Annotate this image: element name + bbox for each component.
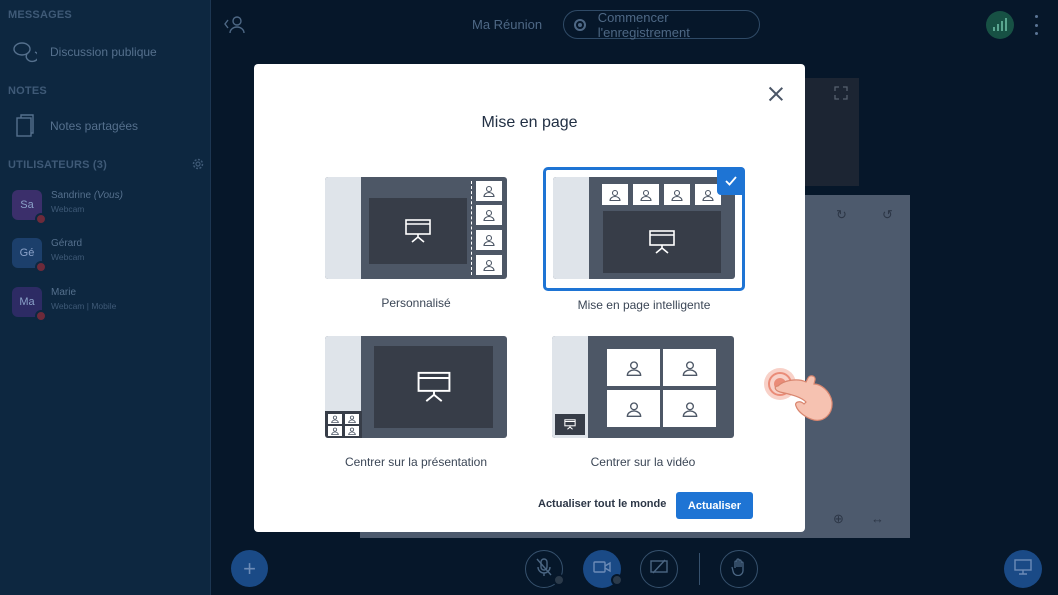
layout-preview [325,177,507,279]
layout-option-focus-video[interactable]: Centrer sur la vidéo [552,336,734,469]
user-icon [663,349,716,386]
avatar: Sa [12,190,47,225]
presentation-icon [555,414,585,435]
fullscreen-icon[interactable] [834,86,848,105]
user-icon [476,255,502,275]
user-icon [476,181,502,201]
user-icon [663,390,716,427]
actions-plus-button[interactable]: + [231,550,268,587]
messages-section-title: MESSAGES [8,9,72,21]
raise-hand-button[interactable] [720,550,758,588]
presentation-icon [603,211,721,273]
modal-title: Mise en page [481,114,578,131]
user-list-item[interactable]: Ma Marie Webcam | Mobile [12,287,117,322]
chat-bubbles-icon [12,40,38,64]
user-icon [345,414,359,424]
screen-share-button[interactable] [640,550,678,588]
record-icon [574,18,586,31]
meeting-name: Ma Réunion [472,17,543,32]
redo-icon[interactable]: ↻ [836,207,847,223]
notes-section-title: NOTES [8,85,47,97]
notes-icon [12,114,38,138]
user-icon [345,426,359,436]
microphone-off-icon [535,557,553,582]
avatar: Ma [12,287,47,322]
user-name: Sandrine [51,190,92,201]
layout-option-label: Centrer sur la vidéo [590,455,696,469]
options-menu-icon[interactable] [1035,15,1039,35]
start-recording-button[interactable]: Commencer l'enregistrement [563,9,760,40]
screen-share-off-icon [650,559,668,580]
top-bar: Ma Réunion Commencer l'enregistrement [211,0,1058,50]
user-icon [607,349,660,386]
layout-option-label: Centrer sur la présentation [344,455,488,469]
presentation-icon [1014,558,1032,580]
user-meta: Webcam [51,252,85,262]
user-icon [476,230,502,250]
user-icon [633,184,659,205]
you-tag: (Vous) [93,190,123,201]
undo-icon[interactable]: ↺ [882,207,893,223]
gear-icon[interactable] [191,157,205,176]
layout-option-custom[interactable]: Personnalisé [325,177,507,310]
layout-modal: Mise en page Personnalisé Mise en page i… [254,64,805,532]
layout-preview [553,177,735,279]
user-meta: Webcam | Mobile [51,301,117,311]
record-label: Commencer l'enregistrement [597,9,690,40]
user-name: Marie [51,287,77,298]
user-icon [664,184,690,205]
fit-width-icon[interactable]: ↔ [871,511,884,526]
camera-icon [593,560,611,578]
layout-option-label: Mise en page intelligente [577,298,711,312]
toggle-userlist-icon[interactable] [224,14,246,39]
user-name: Gérard [51,238,83,249]
shared-notes-item[interactable]: Notes partagées [12,114,138,138]
user-list-item[interactable]: Sa Sandrine (Vous) Webcam [12,190,123,225]
layout-option-smart[interactable]: Mise en page intelligente [543,167,745,312]
connection-status-button[interactable] [986,11,1014,39]
user-meta: Webcam [51,204,85,214]
avatar: Gé [12,238,47,273]
user-list-item[interactable]: Gé Gérard Webcam [12,238,85,273]
shared-notes-label: Notes partagées [50,119,139,133]
presentation-icon [374,346,493,428]
zoom-in-icon[interactable]: ⊕ [833,511,844,527]
public-chat-item[interactable]: Discussion publique [12,40,157,64]
sidebar: MESSAGES Discussion publique NOTES Notes… [0,0,211,595]
layout-option-focus-presentation[interactable]: Centrer sur la présentation [325,336,507,469]
user-icon [602,184,628,205]
hand-icon [731,557,747,581]
webcam-video[interactable] [803,78,859,186]
layout-preview [325,336,507,438]
user-icon [328,414,342,424]
update-everyone-button[interactable]: Actualiser tout le monde [538,498,666,510]
user-icon [328,426,342,436]
toolbar-divider [699,553,700,585]
users-section-title: UTILISATEURS (3) [8,159,107,171]
presentation-icon [369,198,467,264]
update-button[interactable]: Actualiser [676,492,753,519]
user-icon [476,205,502,225]
layout-preview [552,336,734,438]
close-icon[interactable] [766,84,786,104]
checkmark-icon [717,167,745,195]
public-chat-label: Discussion publique [50,45,157,59]
tap-cursor-icon [758,362,838,432]
user-icon [607,390,660,427]
presentation-toggle-button[interactable] [1004,550,1042,588]
